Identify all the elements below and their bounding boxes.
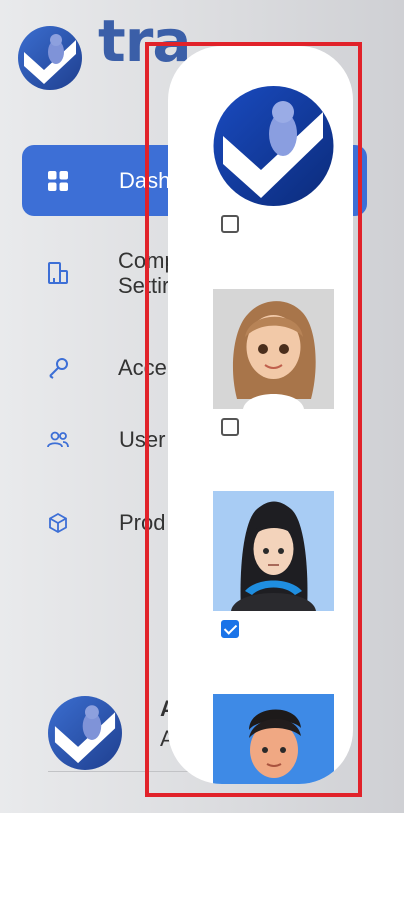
hoodie-avatar-image[interactable]	[213, 491, 334, 611]
avatar-checkbox[interactable]	[221, 620, 239, 638]
avatar-option-boy[interactable]	[213, 694, 334, 784]
avatar-checkbox[interactable]	[221, 418, 239, 436]
cube-icon	[46, 511, 70, 535]
avatar-picker-popover[interactable]	[168, 46, 353, 784]
key-icon	[46, 356, 70, 380]
avatar-checkbox[interactable]	[221, 215, 239, 233]
grid-icon	[46, 169, 70, 193]
app-screen: tra Dash Comp Settir Acce User Prod A	[0, 0, 404, 911]
sidebar-item-label: Prod	[119, 510, 166, 536]
avatar-option-logo[interactable]	[213, 86, 334, 233]
sidebar-item-label: User	[119, 427, 166, 453]
sidebar-item-label: Dash	[119, 167, 171, 193]
girl-avatar-image[interactable]	[213, 289, 334, 409]
logo-avatar-image[interactable]	[213, 86, 334, 206]
sidebar-item-label: Acce	[118, 355, 167, 381]
boy-avatar-image[interactable]	[213, 694, 334, 784]
users-icon	[46, 428, 70, 452]
avatar[interactable]	[48, 696, 122, 770]
avatar-option-girl[interactable]	[213, 289, 334, 436]
building-icon	[46, 261, 70, 285]
avatar-option-hoodie[interactable]	[213, 491, 334, 638]
brand-logo[interactable]	[18, 26, 82, 90]
